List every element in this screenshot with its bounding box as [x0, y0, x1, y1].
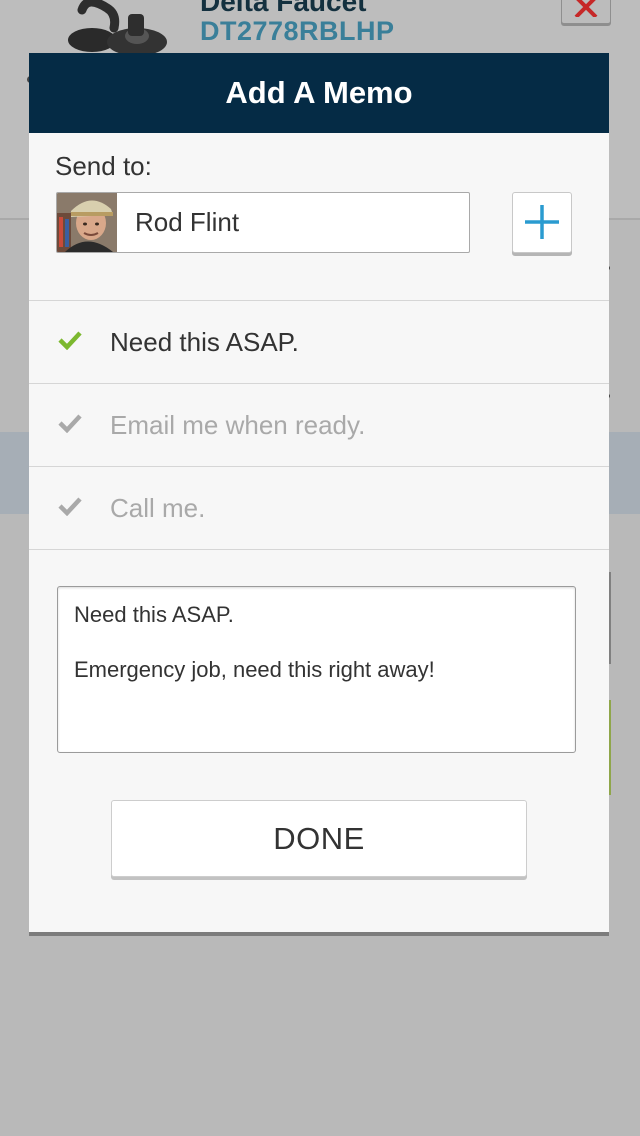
send-to-label: Send to:: [55, 151, 152, 181]
option-label: Need this ASAP.: [110, 326, 299, 357]
option-need-asap[interactable]: Need this ASAP.: [29, 300, 609, 383]
add-recipient-button[interactable]: [512, 192, 572, 253]
avatar: [57, 193, 117, 252]
memo-line-2: Emergency job, need this right away!: [74, 657, 435, 682]
done-button[interactable]: DONE: [111, 800, 527, 877]
add-memo-modal: Add A Memo Send to: Rod Flint Need this …: [29, 53, 609, 936]
option-call-me[interactable]: Call me.: [29, 466, 609, 550]
close-icon: [574, 0, 598, 17]
memo-line-1: Need this ASAP.: [74, 602, 234, 627]
product-sku: DT2778RBLHP: [200, 16, 395, 46]
checkmark-icon: [58, 497, 82, 516]
recipient-name: Rod Flint: [135, 207, 240, 237]
recipient-field[interactable]: Rod Flint: [56, 192, 470, 253]
option-email-when-ready[interactable]: Email me when ready.: [29, 383, 609, 466]
option-label: Call me.: [110, 492, 206, 523]
checkmark-icon: [58, 331, 82, 350]
memo-textarea[interactable]: Need this ASAP. Emergency job, need this…: [57, 586, 576, 753]
checkmark-icon: [58, 414, 82, 433]
modal-title: Add A Memo: [29, 53, 609, 133]
plus-icon: [525, 205, 559, 239]
faucet-image: [68, 0, 167, 56]
option-label: Email me when ready.: [110, 409, 366, 440]
quick-message-options: Need this ASAP. Email me when ready. Cal…: [29, 300, 609, 550]
close-button[interactable]: [561, 0, 611, 24]
